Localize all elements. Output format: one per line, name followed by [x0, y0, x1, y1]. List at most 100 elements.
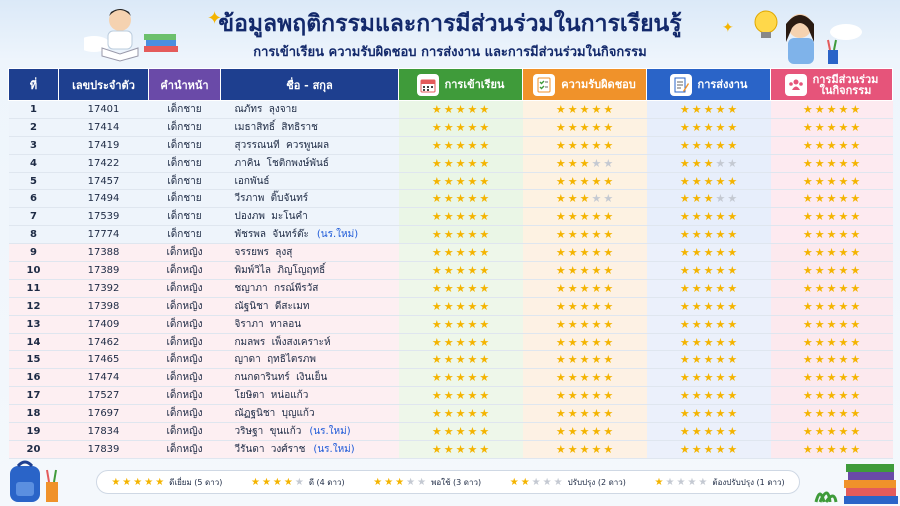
star-filled-icon: ★: [715, 424, 726, 438]
star-filled-icon: ★: [509, 476, 519, 488]
star-filled-icon: ★: [591, 174, 602, 188]
star-filled-icon: ★: [802, 263, 813, 277]
star-filled-icon: ★: [826, 335, 837, 349]
star-filled-icon: ★: [838, 317, 849, 331]
cell-prefix: เด็กชาย: [148, 100, 221, 119]
legend-label: ปรับปรุง (2 ดาว): [567, 477, 626, 487]
cell-prefix: เด็กหญิง: [148, 368, 221, 388]
cell-id: 17398: [58, 297, 149, 316]
star-filled-icon: ★: [455, 407, 466, 421]
star-filled-icon: ★: [703, 246, 714, 260]
cell-prefix: เด็กหญิง: [148, 297, 221, 316]
star-filled-icon: ★: [727, 263, 738, 277]
star-filled-icon: ★: [826, 192, 837, 206]
last-name: ลุงสุ: [275, 247, 293, 259]
cell-name: ภาคิน โชติกพงษ์พันธ์: [220, 154, 399, 173]
star-filled-icon: ★: [591, 210, 602, 224]
star-filled-icon: ★: [838, 246, 849, 260]
star-filled-icon: ★: [703, 317, 714, 331]
cell-id: 17414: [58, 118, 149, 137]
first-name: ณภัทร: [234, 103, 263, 115]
cell-id: 17834: [58, 422, 149, 441]
star-filled-icon: ★: [591, 389, 602, 403]
star-filled-icon: ★: [479, 335, 490, 349]
cell-participation: ★ ★ ★ ★ ★: [770, 243, 893, 263]
legend-item: ★ ★ ★ ★ ★ พอใช้ (3 ดาว): [373, 476, 481, 489]
star-filled-icon: ★: [579, 407, 590, 421]
cell-id: 17774: [58, 225, 149, 245]
cell-participation: ★ ★ ★ ★ ★: [770, 207, 893, 227]
cell-prefix: เด็กหญิง: [148, 422, 221, 441]
star-filled-icon: ★: [802, 317, 813, 331]
cell-participation: ★ ★ ★ ★ ★: [770, 261, 893, 280]
star-filled-icon: ★: [727, 335, 738, 349]
star-filled-icon: ★: [455, 102, 466, 116]
star-filled-icon: ★: [111, 476, 121, 488]
star-filled-icon: ★: [727, 138, 738, 152]
star-filled-icon: ★: [727, 210, 738, 224]
cell-submission: ★ ★ ★ ★ ★: [646, 386, 771, 406]
cell-no: 8: [8, 225, 59, 245]
star-empty-icon: ★: [727, 192, 738, 206]
star-filled-icon: ★: [455, 281, 466, 295]
star-filled-icon: ★: [467, 389, 478, 403]
cell-no: 19: [8, 422, 59, 441]
first-name: จรรยพร: [234, 247, 269, 259]
star-filled-icon: ★: [567, 442, 578, 456]
behavior-table: ที่ เลขประจำตัว คำนำหน้า ชื่อ - สกุล การ…: [8, 68, 893, 459]
star-filled-icon: ★: [431, 335, 442, 349]
star-filled-icon: ★: [443, 120, 454, 134]
last-name: จันทร์ต๊ะ: [272, 229, 309, 241]
cell-id: 17462: [58, 333, 149, 352]
legend-item: ★ ★ ★ ★ ★ ดี (4 ดาว): [251, 476, 345, 489]
star-filled-icon: ★: [691, 120, 702, 134]
star-filled-icon: ★: [467, 174, 478, 188]
first-name: กนกดารินทร์: [234, 372, 290, 384]
col-header-name: ชื่อ - สกุล: [220, 68, 399, 101]
star-filled-icon: ★: [443, 263, 454, 277]
cell-no: 18: [8, 404, 59, 424]
star-filled-icon: ★: [455, 335, 466, 349]
legend-label: พอใช้ (3 ดาว): [431, 477, 482, 487]
cell-attendance: ★ ★ ★ ★ ★: [398, 368, 523, 388]
star-empty-icon: ★: [603, 156, 614, 170]
star-filled-icon: ★: [479, 102, 490, 116]
star-filled-icon: ★: [579, 138, 590, 152]
star-filled-icon: ★: [814, 317, 825, 331]
cell-responsibility: ★ ★ ★ ★ ★: [522, 136, 647, 155]
star-filled-icon: ★: [261, 476, 271, 488]
star-filled-icon: ★: [802, 156, 813, 170]
star-filled-icon: ★: [850, 263, 861, 277]
first-name: พัชรพล: [234, 229, 266, 241]
legend-label: ต้องปรับปรุง (1 ดาว): [712, 477, 785, 487]
star-filled-icon: ★: [850, 102, 861, 116]
star-filled-icon: ★: [838, 263, 849, 277]
star-filled-icon: ★: [850, 192, 861, 206]
cell-submission: ★ ★ ★ ★ ★: [646, 333, 771, 352]
star-filled-icon: ★: [579, 192, 590, 206]
star-empty-icon: ★: [687, 476, 697, 488]
first-name: พิมพ์วิไล: [234, 264, 272, 276]
cell-participation: ★ ★ ★ ★ ★: [770, 279, 893, 298]
star-filled-icon: ★: [727, 299, 738, 313]
star-filled-icon: ★: [567, 371, 578, 385]
star-filled-icon: ★: [455, 389, 466, 403]
star-filled-icon: ★: [691, 102, 702, 116]
cell-id: 17465: [58, 350, 149, 370]
cell-id: 17457: [58, 172, 149, 191]
star-filled-icon: ★: [455, 138, 466, 152]
star-filled-icon: ★: [603, 442, 614, 456]
first-name: กมลพร: [234, 336, 266, 348]
cell-no: 2: [8, 118, 59, 137]
cell-id: 17494: [58, 189, 149, 209]
star-filled-icon: ★: [802, 353, 813, 367]
star-empty-icon: ★: [553, 476, 563, 488]
star-filled-icon: ★: [727, 246, 738, 260]
star-empty-icon: ★: [406, 476, 416, 488]
star-filled-icon: ★: [467, 353, 478, 367]
legend-item: ★ ★ ★ ★ ★ ดีเยี่ยม (5 ดาว): [111, 476, 222, 489]
table-row: 5 17457 เด็กชาย เอกพันธ์ ★ ★ ★ ★ ★ ★ ★ ★ ★ ★ ★ ★ ★ ★ ★ ★ ★ ★…: [8, 172, 893, 191]
cell-attendance: ★ ★ ★ ★ ★: [398, 243, 523, 263]
table-body: 1 17401 เด็กชาย ณภัทร ลุงจาย ★ ★ ★ ★ ★ ★ ★ ★ ★ ★ ★ ★ ★ ★ ★…: [8, 100, 893, 459]
cell-id: 17422: [58, 154, 149, 173]
